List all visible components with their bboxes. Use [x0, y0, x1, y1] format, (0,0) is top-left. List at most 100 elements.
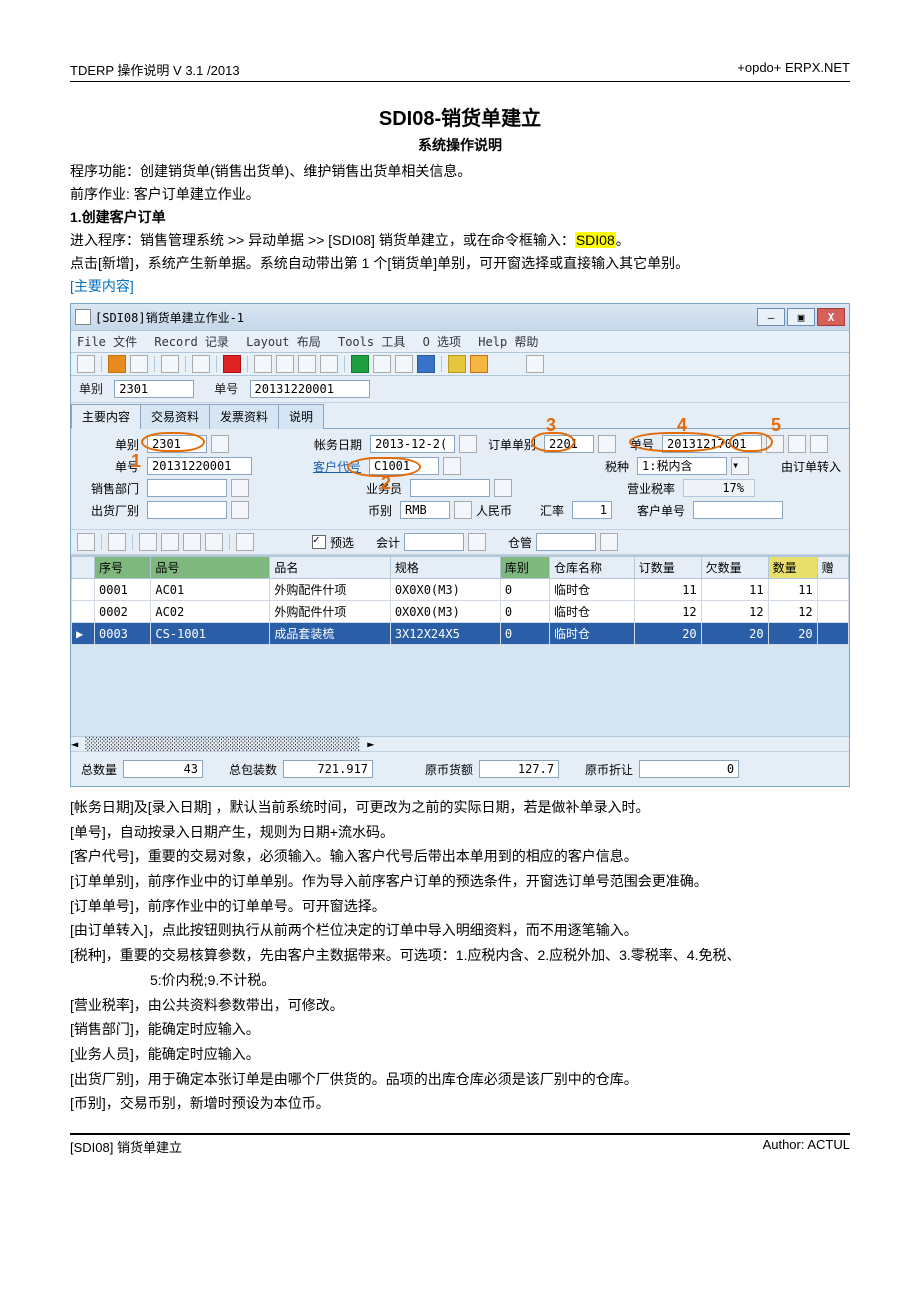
col-spec[interactable]: 规格 [390, 557, 500, 579]
notes: [帐务日期]及[录入日期] ，默认当前系统时间，可更改为之前的实际日期，若是做补… [70, 797, 850, 1115]
tab-desc[interactable]: 说明 [278, 404, 324, 429]
grid-last-icon[interactable] [205, 533, 223, 551]
col-ord[interactable]: 订数量 [634, 557, 701, 579]
type-field[interactable]: 2301 [147, 435, 207, 453]
cust-label[interactable]: 客户代号 [306, 458, 365, 475]
layout-icon[interactable] [161, 355, 179, 373]
tot-pack: 721.917 [283, 760, 373, 778]
new-icon[interactable] [108, 355, 126, 373]
note-8: [营业税率]，由公共资料参数带出，可修改。 [70, 995, 850, 1017]
close-doc-icon[interactable] [417, 355, 435, 373]
preselect-checkbox[interactable] [312, 535, 326, 549]
col-locname[interactable]: 仓库名称 [549, 557, 634, 579]
nav-prev-icon[interactable] [276, 355, 294, 373]
calendar-icon[interactable] [459, 435, 477, 453]
lookup-order-no-icon[interactable] [766, 435, 784, 453]
nav-last-icon[interactable] [320, 355, 338, 373]
intro3b: 。 [616, 232, 630, 248]
dept-field[interactable] [147, 479, 227, 497]
edit-icon[interactable] [192, 355, 210, 373]
taxrate-label: 营业税率 [620, 480, 679, 497]
grid-prev-icon[interactable] [161, 533, 179, 551]
tab-trade[interactable]: 交易资料 [140, 404, 210, 429]
lookup-keeper-icon[interactable] [600, 533, 618, 551]
grid-first-icon[interactable] [139, 533, 157, 551]
stop-icon[interactable] [223, 355, 241, 373]
curr-field[interactable]: RMB [400, 501, 450, 519]
date-field[interactable]: 2013-12-2( [370, 435, 455, 453]
help-icon[interactable] [77, 355, 95, 373]
col-loc[interactable]: 库别 [500, 557, 549, 579]
import-button[interactable]: 由订单转入 [781, 458, 841, 475]
tax-field[interactable]: 1:税内含 [637, 457, 727, 475]
excel-icon[interactable] [351, 355, 369, 373]
tab-main[interactable]: 主要内容 [71, 404, 141, 429]
help-q-icon[interactable] [470, 355, 488, 373]
hdr-no-value[interactable]: 20131220001 [250, 380, 370, 398]
nav-first-icon[interactable] [254, 355, 272, 373]
order-no-field[interactable]: 20131217001 [662, 435, 762, 453]
sales-field[interactable] [410, 479, 490, 497]
table-row[interactable]: 0002AC02外购配件什项0X0X0(M3)0临时仓121212 [72, 601, 849, 623]
col-owe[interactable]: 欠数量 [701, 557, 768, 579]
order-type-field[interactable]: 2201 [544, 435, 594, 453]
note-5: [订单单号]，前序作业中的订单单号。可开窗选择。 [70, 896, 850, 918]
grid-next-icon[interactable] [183, 533, 201, 551]
lookup-account-icon[interactable] [468, 533, 486, 551]
hdr-type-value[interactable]: 2301 [114, 380, 194, 398]
copy-icon[interactable] [130, 355, 148, 373]
action-icon-1[interactable] [788, 435, 806, 453]
menu-file[interactable]: File 文件 [77, 335, 137, 349]
minimize-button[interactable]: — [757, 308, 785, 326]
table-row[interactable]: ▶0003CS-1001成品套装梳3X12X24X50临时仓202020 [72, 623, 849, 645]
maximize-button[interactable]: ▣ [787, 308, 815, 326]
close-button[interactable]: X [817, 308, 845, 326]
list-icon[interactable] [395, 355, 413, 373]
factory-field[interactable] [147, 501, 227, 519]
col-name[interactable]: 品名 [270, 557, 390, 579]
lookup-type-icon[interactable] [211, 435, 229, 453]
intro-line-3: 进入程序：销售管理系统 >> 异动单据 >> [SDI08] 销货单建立，或在命… [70, 230, 850, 251]
col-qty[interactable]: 数量 [768, 557, 817, 579]
grid-tool-icon[interactable] [236, 533, 254, 551]
lookup-sales-icon[interactable] [494, 479, 512, 497]
detail-grid[interactable]: 序号 品号 品名 规格 库别 仓库名称 订数量 欠数量 数量 赠 0001AC0… [71, 556, 849, 645]
h-scrollbar[interactable]: ◄ ░░░░░░░░░░░░░░░░░░░░░░░░░░░░░░░░░░░░░░… [71, 736, 849, 751]
no-field[interactable]: 20131220001 [147, 457, 252, 475]
col-seq[interactable]: 序号 [95, 557, 151, 579]
lookup-factory-icon[interactable] [231, 501, 249, 519]
window-title: [SDI08]销货单建立作业-1 [95, 309, 244, 326]
sales-label: 业务员 [347, 480, 406, 497]
menu-layout[interactable]: Layout 布局 [246, 335, 321, 349]
preselect-label: 预选 [330, 534, 354, 551]
cust-field[interactable]: C1001 [369, 457, 439, 475]
search-icon[interactable] [373, 355, 391, 373]
menu-record[interactable]: Record 记录 [154, 335, 229, 349]
print-icon[interactable] [448, 355, 466, 373]
table-row[interactable]: 0001AC01外购配件什项0X0X0(M3)0临时仓111111 [72, 579, 849, 601]
col-gift[interactable]: 赠 [817, 557, 848, 579]
exit-icon[interactable] [526, 355, 544, 373]
col-code[interactable]: 品号 [151, 557, 270, 579]
page-subtitle: 系统操作说明 [70, 135, 850, 155]
nav-next-icon[interactable] [298, 355, 316, 373]
grid-layout-icon[interactable] [108, 533, 126, 551]
account-field[interactable] [404, 533, 464, 551]
menu-help[interactable]: Help 帮助 [478, 335, 538, 349]
rate-field[interactable]: 1 [572, 501, 612, 519]
grid-new-icon[interactable] [77, 533, 95, 551]
lookup-cust-icon[interactable] [443, 457, 461, 475]
intro-line-1: 程序功能：创建销货单(销售出货单)、维护销售出货单相关信息。 [70, 161, 850, 182]
lookup-order-type-icon[interactable] [598, 435, 616, 453]
currency-icon[interactable] [454, 501, 472, 519]
action-icon-2[interactable] [810, 435, 828, 453]
tot-amt: 127.7 [479, 760, 559, 778]
menu-tools[interactable]: Tools 工具 [338, 335, 405, 349]
lookup-dept-icon[interactable] [231, 479, 249, 497]
dropdown-tax-icon[interactable]: ▾ [731, 457, 749, 475]
tab-invoice[interactable]: 发票资料 [209, 404, 279, 429]
menu-options[interactable]: O 选项 [423, 335, 461, 349]
keeper-field[interactable] [536, 533, 596, 551]
tot-disc: 0 [639, 760, 739, 778]
custno-field[interactable] [693, 501, 783, 519]
